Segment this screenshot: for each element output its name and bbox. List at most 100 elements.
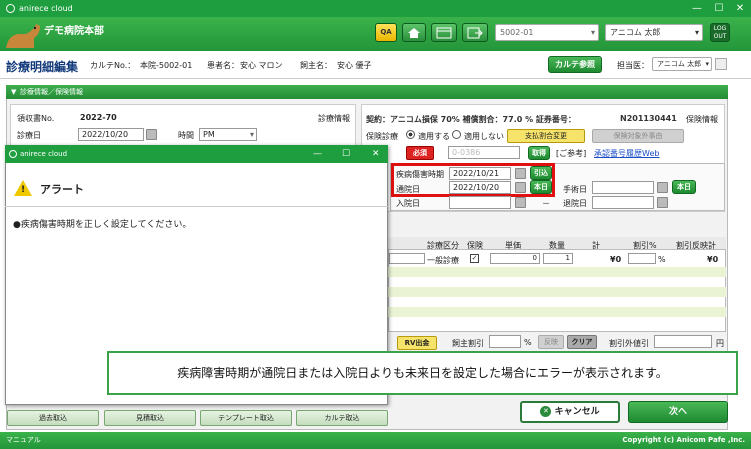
close-circle-icon: ✕ xyxy=(540,406,552,417)
external-discount-label: 割引外値引 xyxy=(609,339,649,348)
warning-icon-mark: ! xyxy=(21,185,26,195)
date-label: 診療日 xyxy=(17,131,41,140)
bottom-bar: マニュアル Copyright (c) Anicom Pafe ,Inc. xyxy=(0,432,751,449)
section-header[interactable]: ▼ 診療情報／保険情報 xyxy=(6,85,728,99)
calendar-icon[interactable] xyxy=(515,168,526,179)
alert-close-button[interactable]: ✕ xyxy=(372,145,380,163)
alert-window-title: anirece cloud xyxy=(20,150,68,158)
owner-discount-label: 飼主割引 xyxy=(452,339,484,348)
code-select[interactable]: 5002-01 ▾ xyxy=(495,24,599,41)
calendar-icon[interactable] xyxy=(515,197,526,208)
col-discounted-total: 割引反映計 xyxy=(676,241,716,250)
row-total: ¥0 xyxy=(610,255,622,264)
chevron-down-icon: ▾ xyxy=(705,60,709,68)
calendar-icon[interactable] xyxy=(657,182,668,193)
col-unit-price: 単価 xyxy=(505,241,521,250)
visit-today-button[interactable]: 本日 xyxy=(530,180,552,194)
unit-price-input[interactable]: 0 xyxy=(490,253,540,264)
time-select[interactable]: PM ▾ xyxy=(199,128,257,141)
clear-button[interactable]: クリア xyxy=(567,335,597,349)
next-button[interactable]: 次へ xyxy=(628,401,728,423)
qty-input[interactable]: 1 xyxy=(543,253,573,264)
insurance-checkbox[interactable]: ✓ xyxy=(470,254,479,263)
doctor-clear-button[interactable] xyxy=(715,58,727,70)
past-import-button[interactable]: 過去取込 xyxy=(7,410,99,426)
receipt-label: 領収書No. xyxy=(17,114,55,123)
calendar-button[interactable] xyxy=(431,23,457,42)
discount-input[interactable] xyxy=(628,253,656,264)
admit-date-label: 入院日 xyxy=(396,199,420,208)
reflect-button[interactable]: 反映 xyxy=(538,335,564,349)
injury-date-input[interactable]: 2022/10/21 xyxy=(449,167,511,180)
table-row-empty xyxy=(388,307,726,317)
karte-no-label: カルテNo.： xyxy=(90,61,136,70)
row-category: 一般診療 xyxy=(427,256,459,265)
qa-button[interactable]: QA xyxy=(375,23,397,42)
manual-link[interactable]: マニュアル xyxy=(6,432,41,449)
exclusion-reason-button[interactable]: 保険対象外事由 xyxy=(592,129,684,143)
shinryo-info-label: 診療情報 xyxy=(318,114,350,123)
cancel-button[interactable]: ✕ キャンセル xyxy=(520,401,620,423)
app-logo-icon xyxy=(6,4,15,13)
col-discount: 割引% xyxy=(633,241,657,250)
minimize-button[interactable]: — xyxy=(686,0,708,17)
alert-titlebar: anirece cloud — ☐ ✕ xyxy=(5,145,388,163)
calendar-icon[interactable] xyxy=(515,182,526,193)
dog-logo-icon xyxy=(6,24,40,48)
percent-label: % xyxy=(524,338,532,347)
get-button[interactable]: 取得 xyxy=(528,146,550,160)
patient-label: 患者名： xyxy=(207,61,239,70)
policy-number: N201130441 xyxy=(620,114,677,123)
admit-date-input[interactable] xyxy=(449,196,511,209)
injury-date-label: 疾病傷害時期 xyxy=(396,170,444,179)
close-button[interactable]: ✕ xyxy=(729,0,751,17)
explanation-banner: 疾病障害時期が通院日または入院日よりも未来日を設定した場合にエラーが表示されます… xyxy=(107,351,738,395)
rv-payout-button[interactable]: RV出金 xyxy=(397,336,437,350)
owner-discount-input[interactable] xyxy=(489,335,521,348)
alert-maximize-button[interactable]: ☐ xyxy=(342,145,350,163)
change-ratio-button[interactable]: 支払割合変更 xyxy=(507,129,585,143)
claim-number-input[interactable]: 0-0386 xyxy=(448,146,520,159)
calendar-icon[interactable] xyxy=(657,197,668,208)
alert-minimize-button[interactable]: — xyxy=(313,145,322,163)
app-logo-icon xyxy=(9,150,17,158)
maximize-button[interactable]: ☐ xyxy=(708,0,730,17)
table-row-empty xyxy=(388,267,726,277)
karte-import-button[interactable]: カルテ取込 xyxy=(296,410,388,426)
discount-unit: % xyxy=(658,255,666,264)
yen-label: 円 xyxy=(716,339,724,348)
app-titlebar: anirece cloud — ☐ ✕ xyxy=(0,0,751,17)
receipt-no: 2022-70 xyxy=(80,113,117,122)
discharge-date-label: 退院日 xyxy=(563,199,587,208)
estimate-import-button[interactable]: 見積取込 xyxy=(104,410,196,426)
apply-label: 適用する xyxy=(418,132,450,141)
collapse-icon: ▼ xyxy=(11,88,17,96)
karte-reference-button[interactable]: カルテ参照 xyxy=(548,56,602,73)
approval-history-link[interactable]: 承認番号履歴Web xyxy=(594,148,659,159)
insurance-info-label: 保険情報 xyxy=(686,115,718,124)
apply-radio[interactable] xyxy=(406,130,415,139)
not-apply-radio[interactable] xyxy=(452,130,461,139)
template-import-button[interactable]: テンプレート取込 xyxy=(200,410,292,426)
home-button[interactable] xyxy=(402,23,426,42)
external-discount-input[interactable] xyxy=(654,335,712,348)
table-row-empty xyxy=(388,287,726,297)
visit-date-input[interactable]: 2022/10/20 xyxy=(449,181,511,194)
pull-button[interactable]: 引込 xyxy=(530,166,552,180)
date-input[interactable]: 2022/10/20 xyxy=(78,128,144,141)
export-button[interactable] xyxy=(462,23,488,42)
user-select[interactable]: アニコム 太郎 ▾ xyxy=(605,24,703,41)
surgery-today-button[interactable]: 本日 xyxy=(672,180,696,194)
surgery-date-input[interactable] xyxy=(592,181,654,194)
doctor-select[interactable]: アニコム 太郎 ▾ xyxy=(652,57,712,71)
row-input[interactable] xyxy=(389,253,425,264)
calendar-icon[interactable] xyxy=(146,129,157,140)
chevron-down-icon: ▾ xyxy=(590,28,595,37)
alert-header: ! アラート xyxy=(5,171,388,207)
not-apply-label: 適用しない xyxy=(464,132,504,141)
karte-no: 本院-5002-01 xyxy=(140,61,193,70)
patient-name: 安心 マロン xyxy=(240,61,283,70)
surgery-date-label: 手術日 xyxy=(563,185,587,194)
logout-button[interactable]: LOG OUT xyxy=(710,23,730,42)
discharge-date-input[interactable] xyxy=(592,196,654,209)
